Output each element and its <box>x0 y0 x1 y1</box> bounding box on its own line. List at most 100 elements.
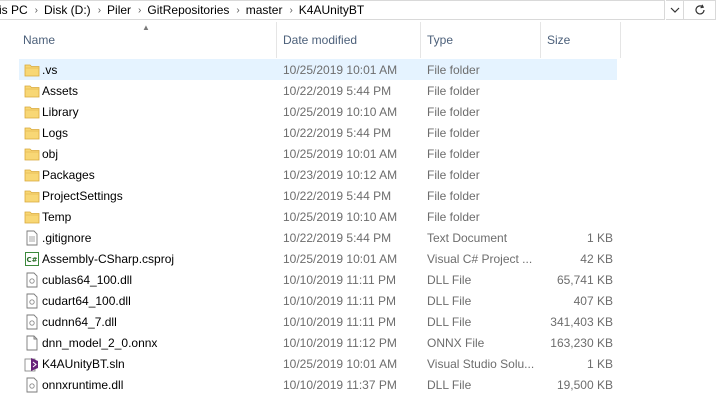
file-date-modified: 10/25/2019 10:01 AM <box>283 146 398 161</box>
file-size: 341,403 KB <box>550 314 613 329</box>
column-header-row: ▲ Name Date modified Type Size <box>0 22 716 58</box>
file-type: DLL File <box>427 293 472 308</box>
breadcrumb-item-label: is PC <box>0 3 28 17</box>
file-size <box>543 80 613 101</box>
file-list-item[interactable]: cublas64_100.dll 10/10/2019 11:11 PM DLL… <box>19 269 617 290</box>
file-date-modified: 10/23/2019 10:12 AM <box>283 167 398 182</box>
file-name: dnn_model_2_0.onnx <box>42 335 158 350</box>
file-list-item[interactable]: cudnn64_7.dll 10/10/2019 11:11 PM DLL Fi… <box>19 311 617 332</box>
file-name: Assembly-CSharp.csproj <box>42 251 175 266</box>
file-name: cublas64_100.dll <box>42 272 133 287</box>
file-type: File folder <box>427 83 480 98</box>
file-name: cudnn64_7.dll <box>42 314 117 329</box>
file-type: DLL File <box>427 272 472 287</box>
file-icon <box>24 332 40 353</box>
file-icon <box>24 143 40 164</box>
file-type: DLL File <box>427 377 472 392</box>
dll-file-icon <box>26 377 38 392</box>
file-icon <box>24 122 40 143</box>
breadcrumb-item-label: Piler <box>107 3 132 17</box>
breadcrumb-separator-icon[interactable]: › <box>287 5 294 16</box>
folder-icon <box>24 190 40 202</box>
file-date-modified: 10/22/2019 5:44 PM <box>283 188 392 203</box>
file-size <box>543 143 613 164</box>
file-size: 42 KB <box>580 251 613 266</box>
breadcrumb-separator-icon[interactable]: › <box>33 5 40 16</box>
dll-file-icon <box>26 314 38 329</box>
file-name: Packages <box>42 167 95 182</box>
breadcrumb[interactable]: is PC › Disk (D:) › Piler › GitRepositories › ma… <box>0 0 665 20</box>
file-date-modified: 10/22/2019 5:44 PM <box>283 125 392 140</box>
file-size: 19,500 KB <box>556 377 613 392</box>
file-date-modified: 10/10/2019 11:37 PM <box>283 377 397 392</box>
file-name: Library <box>42 104 79 119</box>
file-list-item[interactable]: K4AUnityBT.sln 10/25/2019 10:01 AM Visua… <box>19 353 617 374</box>
column-header-type[interactable]: Type <box>421 22 541 58</box>
address-bar: is PC › Disk (D:) › Piler › GitRepositories › ma… <box>0 0 716 22</box>
file-list-item[interactable]: cudart64_100.dll 10/10/2019 11:11 PM DLL… <box>19 290 617 311</box>
breadcrumb-item[interactable]: is PC › <box>0 3 40 17</box>
file-list-item[interactable]: ProjectSettings 10/22/2019 5:44 PM File … <box>19 185 617 206</box>
file-date-modified: 10/22/2019 5:44 PM <box>283 230 392 245</box>
file-type: ONNX File <box>427 335 485 350</box>
file-icon: C# <box>24 248 40 269</box>
address-dropdown-button[interactable] <box>666 0 684 20</box>
file-date-modified: 10/25/2019 10:01 AM <box>283 356 398 371</box>
file-list-item[interactable]: Logs 10/22/2019 5:44 PM File folder <box>19 122 617 143</box>
file-icon <box>24 80 40 101</box>
breadcrumb-item-label: GitRepositories <box>147 3 230 17</box>
file-list-item[interactable]: onnxruntime.dll 10/10/2019 11:37 PM DLL … <box>19 374 617 395</box>
file-list-item[interactable]: obj 10/25/2019 10:01 AM File folder <box>19 143 617 164</box>
breadcrumb-separator-icon[interactable]: › <box>136 5 143 16</box>
file-date-modified: 10/22/2019 5:44 PM <box>283 83 392 98</box>
file-type: Text Document <box>427 230 508 245</box>
file-type: Visual C# Project ... <box>427 251 533 266</box>
refresh-icon <box>694 4 705 15</box>
column-header-name[interactable]: Name <box>17 22 277 58</box>
breadcrumb-item[interactable]: Piler › <box>103 3 143 17</box>
file-list-item[interactable]: .gitignore 10/22/2019 5:44 PM Text Docum… <box>19 227 617 248</box>
folder-icon <box>24 106 40 118</box>
file-list-item[interactable]: Library 10/25/2019 10:10 AM File folder <box>19 101 617 122</box>
breadcrumb-separator-icon[interactable]: › <box>234 5 241 16</box>
file-list-item[interactable]: .vs 10/25/2019 10:01 AM File folder <box>19 59 617 80</box>
file-list-item[interactable]: C# Assembly-CSharp.csproj 10/25/2019 10:… <box>19 248 617 269</box>
file-name: Temp <box>42 209 72 224</box>
file-icon <box>24 164 40 185</box>
file-name: ProjectSettings <box>42 188 123 203</box>
breadcrumb-item[interactable]: GitRepositories › <box>143 3 241 17</box>
file-icon <box>24 290 40 311</box>
file-list-item[interactable]: Packages 10/23/2019 10:12 AM File folder <box>19 164 617 185</box>
breadcrumb-item[interactable]: master › <box>242 3 295 17</box>
refresh-button[interactable] <box>684 0 716 20</box>
file-size: 1 KB <box>586 230 613 245</box>
dll-file-icon <box>26 293 38 308</box>
file-date-modified: 10/25/2019 10:01 AM <box>283 251 398 266</box>
column-header-size-label: Size <box>547 33 571 47</box>
file-size: 1 KB <box>586 356 613 371</box>
breadcrumb-item-label: Disk (D:) <box>44 3 91 17</box>
breadcrumb-separator-icon[interactable]: › <box>96 5 103 16</box>
file-date-modified: 10/25/2019 10:10 AM <box>283 104 398 119</box>
svg-text:C#: C# <box>26 256 37 264</box>
breadcrumb-item[interactable]: K4AUnityBT <box>295 3 369 17</box>
file-list-item[interactable]: Assets 10/22/2019 5:44 PM File folder <box>19 80 617 101</box>
file-name: .vs <box>42 62 58 77</box>
file-size: 163,230 KB <box>550 335 613 350</box>
breadcrumb-item[interactable]: Disk (D:) › <box>40 3 103 17</box>
file-list-item[interactable]: dnn_model_2_0.onnx 10/10/2019 11:12 PM O… <box>19 332 617 353</box>
file-size: 65,741 KB <box>556 272 613 287</box>
file-type: File folder <box>427 188 480 203</box>
column-header-date[interactable]: Date modified <box>277 22 421 58</box>
file-type: File folder <box>427 62 480 77</box>
file-icon <box>24 185 40 206</box>
file-type: DLL File <box>427 314 472 329</box>
file-icon <box>24 206 40 227</box>
chevron-down-icon <box>670 7 679 13</box>
visual-studio-solution-icon <box>24 357 38 371</box>
file-date-modified: 10/10/2019 11:11 PM <box>283 293 396 308</box>
file-list-item[interactable]: Temp 10/25/2019 10:10 AM File folder <box>19 206 617 227</box>
file-icon <box>24 311 40 332</box>
file-name: K4AUnityBT.sln <box>42 356 125 371</box>
column-header-size[interactable]: Size <box>541 22 621 58</box>
